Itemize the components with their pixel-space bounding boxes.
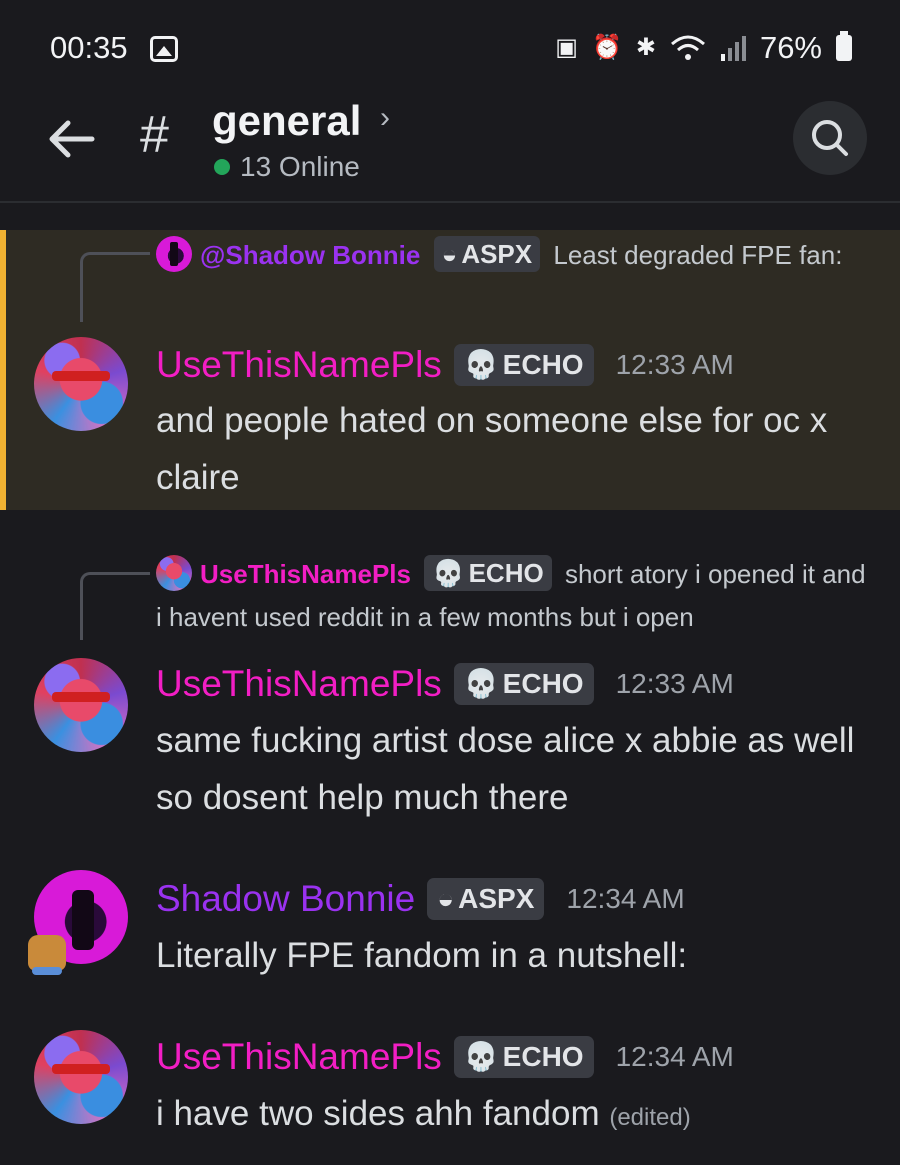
avatar[interactable] — [34, 1030, 128, 1124]
reply-connector — [80, 572, 150, 640]
avatar-decoration-icon — [28, 935, 66, 975]
reply-preview[interactable]: @Shadow Bonnie ◒ ASPX Least degraded FPE … — [156, 234, 876, 277]
skull-icon: 💀 — [432, 558, 465, 589]
message-author[interactable]: UseThisNamePls — [156, 663, 442, 705]
search-button[interactable] — [793, 101, 867, 175]
reply-preview[interactable]: UseThisNamePls 💀 ECHO short atory i opene… — [156, 553, 876, 639]
message-header: Shadow Bonnie ◒ ASPX 12:34 AM — [156, 878, 685, 920]
role-tag-label: ASPX — [461, 239, 533, 270]
online-count: 13 Online — [214, 151, 360, 183]
alarm-icon: ⏰ — [591, 34, 622, 61]
nfc-icon: ▣ — [555, 34, 578, 61]
reply-avatar — [156, 555, 192, 592]
avatar[interactable] — [34, 337, 128, 431]
message-text: i have two sides ahh fandom (edited) — [156, 1085, 886, 1146]
reply-text: Least degraded FPE fan: — [553, 240, 843, 270]
status-icons: ▣ ⏰ ✱ 76% — [555, 30, 852, 66]
role-tag-label: ASPX — [458, 883, 535, 914]
moon-icon: ◒ — [441, 239, 458, 270]
role-tag-label: ECHO — [468, 558, 544, 589]
status-time: 00:35 — [50, 30, 128, 65]
status-bar: 00:35 ▣ ⏰ ✱ 76% — [0, 0, 900, 95]
battery-percent: 76% — [759, 30, 822, 65]
role-tag: ◒ ASPX — [427, 878, 545, 920]
message-author[interactable]: Shadow Bonnie — [156, 878, 415, 920]
search-icon — [812, 120, 848, 156]
role-tag: 💀 ECHO — [453, 344, 594, 386]
reply-connector — [80, 252, 150, 322]
channel-title[interactable]: general — [212, 97, 361, 145]
skull-icon: 💀 — [463, 349, 499, 380]
moon-icon: ◒ — [437, 883, 455, 914]
edited-label: (edited) — [609, 1104, 691, 1131]
message-timestamp: 12:34 AM — [566, 883, 685, 914]
role-tag: 💀 ECHO — [453, 1036, 594, 1078]
role-tag-label: ECHO — [502, 1041, 584, 1072]
message-timestamp: 12:33 AM — [615, 668, 734, 699]
avatar[interactable] — [34, 658, 128, 752]
battery-icon — [836, 31, 852, 61]
role-tag: 💀 ECHO — [424, 555, 552, 592]
message-text: and people hated on someone else for oc … — [156, 401, 828, 497]
message-header: UseThisNamePls 💀 ECHO 12:33 AM — [156, 663, 734, 705]
message-author[interactable]: UseThisNamePls — [156, 344, 442, 386]
chevron-right-icon[interactable]: › — [380, 101, 390, 135]
role-tag-label: ECHO — [502, 668, 584, 699]
channel-hash-icon: # — [140, 106, 169, 164]
role-tag-label: ECHO — [502, 349, 584, 380]
message-header: UseThisNamePls 💀 ECHO 12:33 AM — [156, 344, 734, 386]
channel-header: # general › 13 Online — [0, 95, 900, 203]
reply-author[interactable]: UseThisNamePls — [200, 559, 411, 589]
message-author[interactable]: UseThisNamePls — [156, 1036, 442, 1078]
reply-author[interactable]: @Shadow Bonnie — [200, 240, 420, 270]
message-text-content: i have two sides ahh fandom — [156, 1094, 600, 1133]
reply-avatar — [156, 236, 192, 273]
role-tag: ◒ ASPX — [433, 236, 541, 273]
wifi-icon — [670, 35, 705, 60]
role-tag: 💀 ECHO — [453, 663, 594, 705]
bluetooth-icon: ✱ — [635, 34, 656, 61]
message-header: UseThisNamePls 💀 ECHO 12:34 AM — [156, 1036, 734, 1078]
gallery-icon — [150, 36, 178, 62]
back-arrow-icon[interactable] — [44, 115, 100, 163]
skull-icon: 💀 — [463, 668, 499, 699]
message-text: same fucking artist dose alice x abbie a… — [156, 721, 855, 817]
message-timestamp: 12:33 AM — [615, 349, 734, 380]
online-label: 13 Online — [240, 151, 360, 182]
message-timestamp: 12:34 AM — [615, 1041, 734, 1072]
online-status-dot — [214, 159, 230, 175]
skull-icon: 💀 — [463, 1041, 499, 1072]
message-text: Literally FPE fandom in a nutshell: — [156, 936, 688, 975]
signal-icon — [720, 36, 746, 61]
